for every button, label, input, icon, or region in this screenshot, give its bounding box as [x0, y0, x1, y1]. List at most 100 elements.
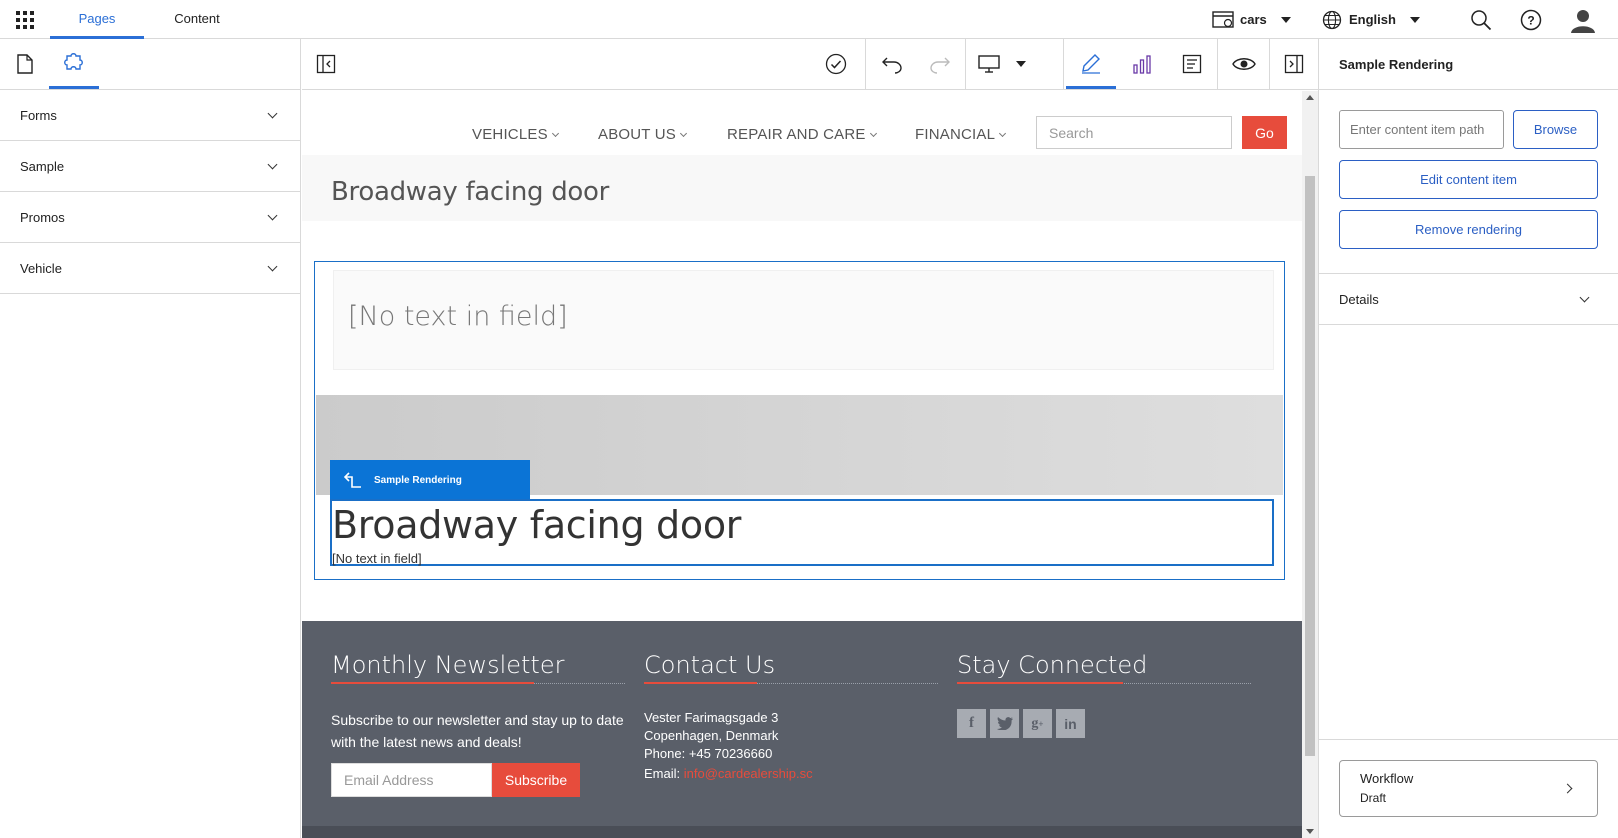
site-search-go-button[interactable]: Go [1242, 116, 1287, 149]
contact-line: Vester Farimagsgade 3 [644, 710, 779, 725]
site-selector[interactable]: cars [1212, 0, 1291, 39]
chevron-down-icon [267, 159, 278, 169]
preview-eye-icon[interactable] [1220, 39, 1268, 89]
workflow-title: Workflow [1360, 771, 1414, 786]
app-launcher-icon[interactable] [16, 11, 34, 29]
page-title-band: Broadway facing door [302, 155, 1302, 221]
rendering-actions: Enter content item path Browse Edit cont… [1319, 90, 1618, 274]
site-search-input[interactable]: Search [1036, 116, 1232, 149]
empty-field-text[interactable]: [No text in field] [348, 301, 568, 332]
analytics-chart-icon[interactable] [1118, 39, 1166, 89]
svg-text:?: ? [1527, 13, 1534, 27]
rendering-title[interactable]: Broadway facing door [332, 503, 741, 547]
newsletter-text: Subscribe to our newsletter and stay up … [331, 712, 624, 750]
rendering-chip-label: Sample Rendering [374, 474, 462, 486]
caret-down-icon [1409, 16, 1420, 23]
rendering-text[interactable]: [No text in field] [332, 551, 422, 566]
placeholder-frame[interactable]: [No text in field] Sample Rendering Broa… [314, 261, 1285, 580]
edit-content-item-button[interactable]: Edit content item [1339, 160, 1598, 199]
language-name: English [1349, 12, 1396, 27]
selected-rendering[interactable]: Broadway facing door [No text in field] [330, 499, 1274, 566]
document-icon [17, 54, 33, 74]
monitor-icon [978, 55, 1000, 73]
contact-address: Vester Farimagsgade 3 Copenhagen, Denmar… [644, 709, 938, 763]
scroll-up-arrow-icon[interactable] [1306, 95, 1314, 100]
accordion-forms[interactable]: Forms [0, 90, 300, 141]
select-parent-arrow-icon [344, 472, 361, 488]
contact-heading: Contact Us [644, 651, 776, 679]
facebook-icon[interactable]: f [957, 709, 986, 738]
user-avatar-icon[interactable] [1570, 0, 1596, 39]
remove-rendering-button[interactable]: Remove rendering [1339, 210, 1598, 249]
heading-underline [644, 682, 938, 684]
chevron-down-icon [1579, 292, 1590, 302]
footer-social: Stay Connected f g + in [957, 651, 1251, 738]
newsletter-heading: Monthly Newsletter [331, 651, 565, 679]
linkedin-icon[interactable]: in [1056, 709, 1085, 738]
accordion-label: Promos [20, 209, 65, 225]
rendering-chip[interactable]: Sample Rendering [330, 460, 530, 500]
nav-repair-and-care[interactable]: REPAIR AND CARE [727, 126, 877, 143]
contact-phone: Phone: +45 70236660 [644, 746, 773, 761]
canvas-scrollbar[interactable] [1302, 91, 1318, 838]
components-tab[interactable] [49, 39, 99, 89]
workflow-card[interactable]: Workflow Draft [1339, 760, 1598, 817]
accordion-sample[interactable]: Sample [0, 141, 300, 192]
toolbar-divider [1217, 39, 1218, 89]
undo-icon[interactable] [868, 39, 916, 89]
heading-underline [957, 682, 1251, 684]
accordion-vehicle[interactable]: Vehicle [0, 243, 300, 294]
twitter-icon[interactable] [990, 709, 1019, 738]
toolbar-divider [1063, 39, 1064, 89]
empty-field-box[interactable]: [No text in field] [333, 270, 1274, 370]
chevron-down-icon [267, 261, 278, 271]
accordion-promos[interactable]: Promos [0, 192, 300, 243]
chevron-down-icon [267, 210, 278, 220]
search-icon[interactable] [1470, 0, 1492, 39]
caret-down-icon [1016, 61, 1026, 67]
globe-icon [1322, 10, 1342, 29]
redo-icon[interactable] [916, 39, 964, 89]
browse-button[interactable]: Browse [1513, 110, 1598, 149]
help-icon[interactable]: ? [1520, 0, 1542, 39]
newsletter-email-input[interactable]: Email Address [331, 763, 492, 797]
right-panel: Sample Rendering Enter content item path… [1318, 39, 1618, 838]
scroll-down-arrow-icon[interactable] [1306, 829, 1314, 834]
toggle-left-panel-icon[interactable] [302, 39, 350, 89]
checkmark-icon[interactable] [812, 39, 860, 89]
chevron-down-icon [999, 129, 1007, 138]
toggle-right-panel-icon[interactable] [1270, 39, 1318, 89]
subscribe-button[interactable]: Subscribe [492, 763, 580, 797]
social-heading: Stay Connected [957, 651, 1148, 679]
editor-toolbar [302, 39, 1318, 90]
chevron-down-icon [267, 108, 278, 118]
social-links: f g + in [957, 709, 1251, 738]
nav-vehicles[interactable]: VEHICLES [472, 126, 559, 143]
footer-bottom-strip [302, 826, 1302, 838]
google-plus-icon[interactable]: g + [1023, 709, 1052, 738]
device-selector[interactable] [968, 39, 1042, 89]
tab-content[interactable]: Content [150, 0, 244, 39]
edit-pencil-icon[interactable] [1066, 39, 1116, 89]
content-item-path-input[interactable]: Enter content item path [1339, 110, 1504, 149]
page-details-icon[interactable] [1168, 39, 1216, 89]
page-tree-tab[interactable] [0, 39, 50, 89]
left-panel-tabs [0, 39, 300, 90]
contact-email-link[interactable]: info@cardealership.sc [684, 766, 813, 781]
tab-pages[interactable]: Pages [50, 0, 144, 39]
top-bar: Pages Content cars English ? [0, 0, 1618, 39]
contact-email-row: Email: info@cardealership.sc [644, 766, 938, 781]
page-title[interactable]: Broadway facing door [331, 177, 609, 207]
page-canvas: VEHICLES ABOUT US REPAIR AND CARE FINANC… [302, 91, 1302, 838]
details-accordion[interactable]: Details [1319, 274, 1618, 325]
toolbar-divider [965, 39, 966, 89]
left-panel: Forms Sample Promos Vehicle [0, 39, 301, 838]
scroll-thumb[interactable] [1305, 176, 1315, 756]
nav-financial[interactable]: FINANCIAL [915, 126, 1007, 143]
language-selector[interactable]: English [1322, 0, 1420, 39]
workflow-status: Draft [1360, 791, 1387, 805]
nav-about-us[interactable]: ABOUT US [598, 126, 688, 143]
caret-down-icon [1280, 16, 1291, 23]
puzzle-icon [64, 52, 83, 70]
right-panel-title: Sample Rendering [1319, 39, 1618, 90]
